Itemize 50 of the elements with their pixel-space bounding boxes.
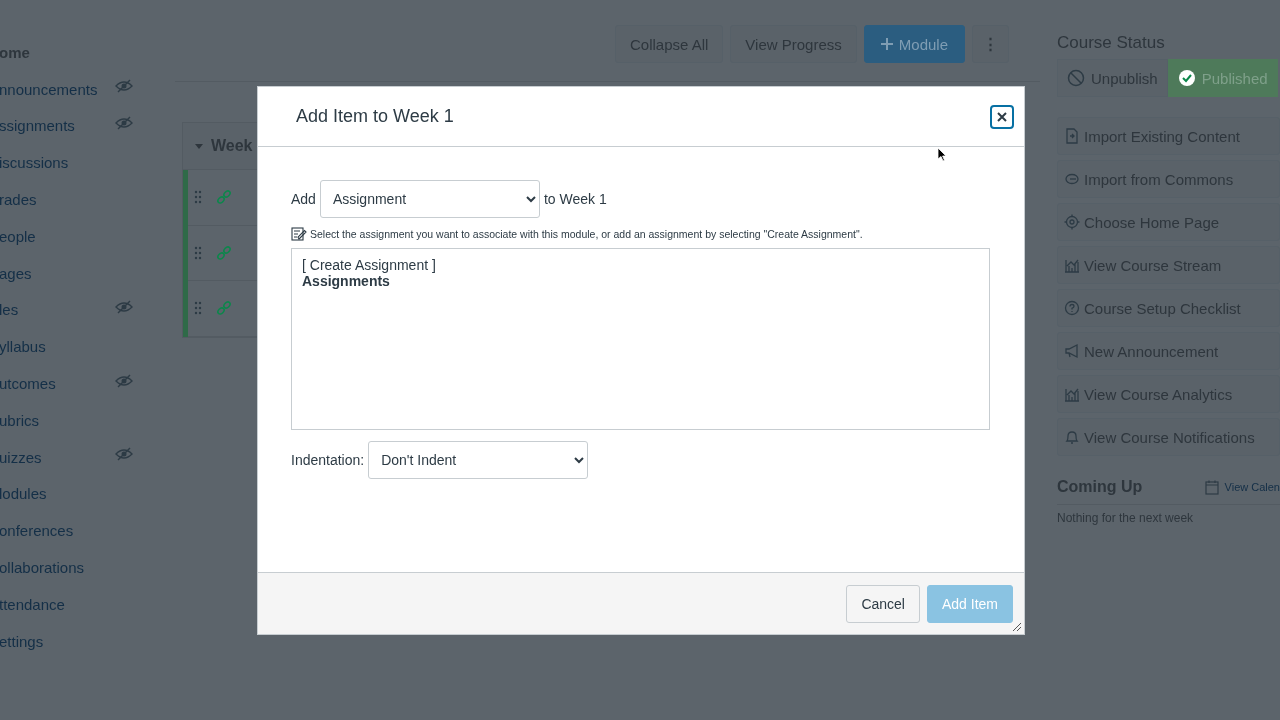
item-type-select[interactable]: Assignment bbox=[319, 180, 540, 218]
sidebar-item[interactable]: nnouncements bbox=[0, 80, 98, 98]
link-icon bbox=[216, 300, 232, 317]
sidebar-item[interactable]: rades bbox=[0, 191, 37, 209]
hint-text: Select the assignment you want to associate with this module, or add an assignment by selecting "Create Assignment". bbox=[310, 228, 863, 240]
chart-icon bbox=[1064, 386, 1080, 402]
indentation-label: Indentation: bbox=[291, 452, 365, 468]
sidebar-item[interactable]: ubrics bbox=[0, 411, 39, 429]
list-option[interactable]: [ Create Assignment ] bbox=[302, 257, 979, 273]
bell-icon bbox=[1064, 429, 1080, 445]
help-icon bbox=[1064, 300, 1080, 316]
chart-icon bbox=[1064, 257, 1080, 273]
resize-grip-icon[interactable] bbox=[1012, 622, 1022, 632]
sidebar-item[interactable]: eople bbox=[0, 227, 36, 245]
edit-note-icon bbox=[291, 226, 307, 242]
link-icon bbox=[216, 189, 232, 206]
close-button[interactable] bbox=[990, 104, 1014, 129]
import-icon bbox=[1064, 128, 1080, 144]
close-icon bbox=[996, 110, 1008, 123]
prohibited-icon bbox=[1067, 69, 1085, 87]
toolbar-button[interactable]: Module bbox=[863, 25, 965, 63]
check-circle-icon bbox=[1177, 69, 1196, 87]
drag-handle-icon[interactable] bbox=[194, 301, 202, 316]
sidebar-item[interactable]: onferences bbox=[0, 522, 74, 540]
target-icon bbox=[1064, 214, 1080, 230]
cursor-icon bbox=[937, 147, 947, 162]
view-calendar-link[interactable]: View Calen bbox=[1224, 481, 1280, 493]
sidebar-item[interactable]: lodules bbox=[0, 485, 47, 503]
cancel-button[interactable]: Cancel bbox=[846, 584, 920, 623]
option-group-label: Assignments bbox=[302, 273, 391, 289]
sidebar-item[interactable]: utcomes bbox=[0, 375, 56, 393]
calendar-icon bbox=[1204, 479, 1219, 495]
megaphone-icon bbox=[1064, 343, 1080, 359]
link-icon bbox=[216, 244, 232, 261]
sidebar-item[interactable]: ttendance bbox=[0, 595, 65, 613]
sidebar-item[interactable]: ssignments bbox=[0, 117, 75, 135]
sidebar-item[interactable]: les bbox=[0, 301, 19, 319]
drag-handle-icon[interactable] bbox=[194, 245, 202, 260]
target-label: to Week 1 bbox=[543, 191, 607, 207]
indentation-select[interactable]: Don't Indent bbox=[368, 441, 589, 479]
sidebar-item[interactable]: ettings bbox=[0, 632, 44, 650]
drag-handle-icon[interactable] bbox=[194, 190, 202, 205]
sidebar-item[interactable]: ollaborations bbox=[0, 559, 85, 577]
sidebar-item[interactable]: iscussions bbox=[0, 154, 69, 172]
assignment-listbox[interactable]: [ Create Assignment ] Assignments bbox=[291, 248, 990, 430]
add-label: Add bbox=[291, 191, 316, 207]
dialog-title: Add Item to Week 1 bbox=[296, 106, 454, 127]
sidebar-item[interactable]: ages bbox=[0, 264, 32, 282]
more-button[interactable]: ⋮ bbox=[972, 25, 1009, 63]
sidebar-item[interactable]: uizzes bbox=[0, 448, 42, 466]
